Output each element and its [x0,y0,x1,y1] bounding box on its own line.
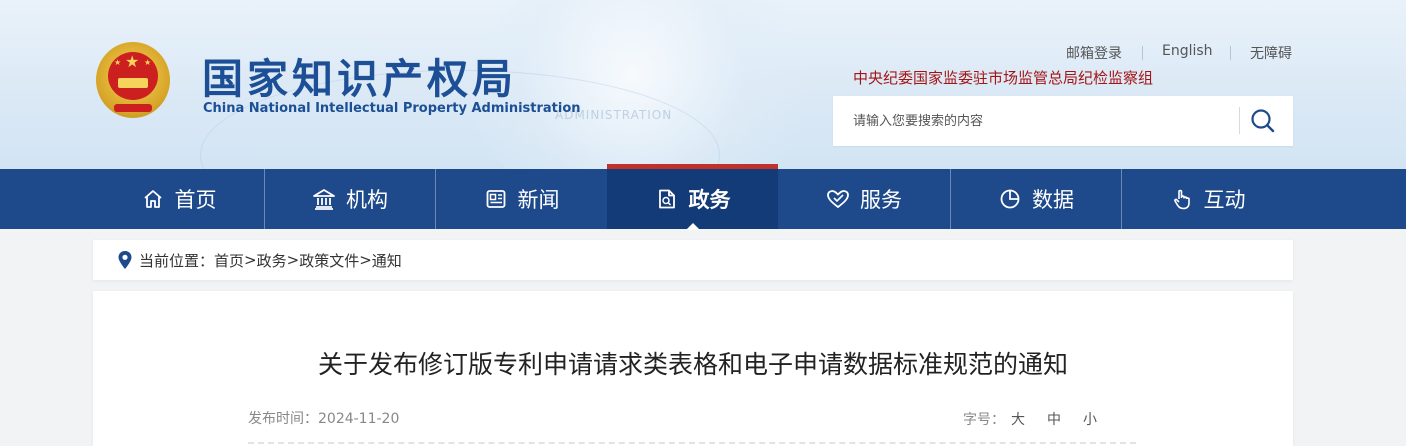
breadcrumb: 当前位置： 首页 > 政务 > 政策文件 > 通知 [93,240,1293,280]
heart-hand-icon [826,187,850,211]
home-icon [141,187,165,211]
accessibility-link[interactable]: 无障碍 [1250,43,1292,63]
article-title: 关于发布修订版专利申请请求类表格和电子申请数据标准规范的通知 [317,350,1068,379]
nav-item-government-affairs[interactable]: 政务 [607,164,778,230]
search-input[interactable] [833,96,1238,146]
national-emblem-icon: ★ ★ ★ [96,42,170,118]
site-header: ADMINISTRATION ★ ★ ★ 国家知识产权局 China Nationa… [0,0,1406,169]
supervision-link[interactable]: 中央纪委国家监委驻市场监管总局纪检监察组 [853,67,1153,88]
breadcrumb-home[interactable]: 首页 [214,250,244,271]
nav-item-label: 新闻 [517,188,560,212]
top-link-divider [1142,46,1143,60]
breadcrumb-policy-documents[interactable]: 政策文件 [299,250,359,271]
breadcrumb-separator: > [359,251,372,269]
main-nav: 首页 机构 新闻 政务 服务 数据 互动 [0,164,1406,230]
nav-item-services[interactable]: 服务 [778,169,950,229]
breadcrumb-government-affairs[interactable]: 政务 [257,250,287,271]
mailbox-login-link[interactable]: 邮箱登录 [1066,43,1122,63]
top-links: 邮箱登录 English 无障碍 [1060,43,1294,63]
nav-item-interaction[interactable]: 互动 [1122,169,1293,229]
site-logo-title[interactable]: 国家知识产权局 [202,45,517,105]
english-link[interactable]: English [1162,43,1213,59]
breadcrumb-prefix: 当前位置： [139,251,215,270]
site-logo-subtitle: China National Intellectual Property Adm… [203,101,581,116]
publish-time: 发布时间：2024-11-20 [248,408,399,428]
search-box [833,96,1293,146]
nav-item-home[interactable]: 首页 [93,169,264,229]
breadcrumb-notices[interactable]: 通知 [372,250,402,271]
search-button[interactable] [1247,106,1279,136]
nav-item-news[interactable]: 新闻 [436,169,607,229]
breadcrumb-separator: > [244,251,257,269]
search-icon [1251,109,1275,133]
publish-time-label: 发布时间： [248,411,318,427]
nav-item-label: 首页 [174,188,217,212]
document-icon [655,187,679,211]
font-size-selector: 字号： 大 中 小 [963,409,1097,429]
font-size-small[interactable]: 小 [1083,412,1097,428]
nav-item-institution[interactable]: 机构 [265,169,435,229]
breadcrumb-separator: > [286,251,300,269]
nav-item-label: 服务 [860,188,902,212]
pie-chart-icon [998,187,1022,211]
pointer-hand-icon [1170,187,1194,211]
font-size-label: 字号： [963,412,1005,428]
nav-item-label: 数据 [1032,188,1074,212]
publish-date: 2024-11-20 [318,411,400,427]
meta-divider [248,442,1136,444]
search-divider [1239,107,1240,134]
nav-item-label: 政务 [688,188,731,212]
article-card: 关于发布修订版专利申请请求类表格和电子申请数据标准规范的通知 发布时间：2024… [93,291,1293,446]
nav-item-data[interactable]: 数据 [951,169,1121,229]
font-size-large[interactable]: 大 [1011,412,1025,428]
nav-item-label: 互动 [1203,188,1246,212]
location-pin-icon [118,251,132,269]
institution-icon [312,187,336,211]
top-link-divider [1230,46,1231,60]
news-icon [484,187,508,211]
font-size-medium[interactable]: 中 [1047,412,1061,428]
nav-item-label: 机构 [346,188,388,212]
